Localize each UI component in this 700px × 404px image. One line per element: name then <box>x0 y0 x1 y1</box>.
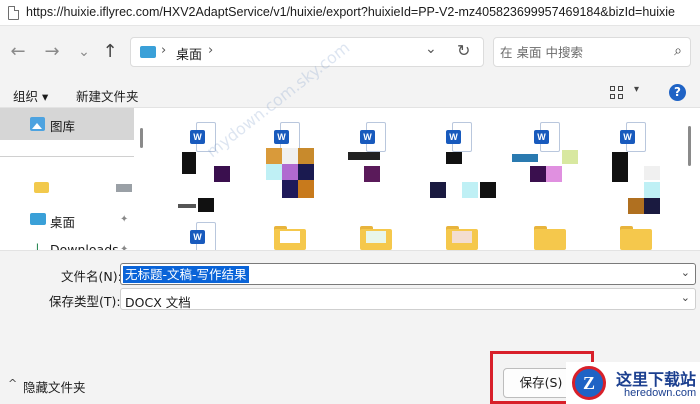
up-arrow-icon[interactable]: ↑ <box>98 40 122 64</box>
breadcrumb-location[interactable]: 桌面 <box>176 44 202 63</box>
sidebar-scrollbar[interactable] <box>140 128 143 148</box>
site-logo: Z 这里下载站 heredown.com <box>566 362 700 404</box>
new-folder-button[interactable]: 新建文件夹 <box>76 86 139 105</box>
redacted-filename <box>182 152 196 174</box>
folder-icon[interactable] <box>274 226 306 250</box>
redacted-filename <box>462 182 478 198</box>
sidebar-item-gallery[interactable]: 图库 <box>0 108 134 140</box>
redacted-filename <box>644 166 660 180</box>
site-logo-mark: Z <box>572 366 606 400</box>
filetype-select[interactable]: DOCX 文档 ⌄ <box>120 288 696 310</box>
redacted-filename <box>644 198 660 214</box>
word-document-icon[interactable]: W <box>446 122 472 152</box>
address-history-chevron-icon[interactable]: ⌄ <box>425 41 437 57</box>
browser-url-text[interactable]: https://huixie.iflyrec.com/HXV2AdaptServ… <box>26 5 675 19</box>
navigation-pane[interactable]: 图库 桌面 ✦ ↓ Downloads ✦ <box>0 108 150 250</box>
folder-icon[interactable] <box>620 226 652 250</box>
redacted-filename <box>364 166 380 182</box>
breadcrumb-separator[interactable]: › <box>161 43 166 58</box>
folder-icon[interactable] <box>534 226 566 250</box>
site-logo-domain: heredown.com <box>624 387 697 399</box>
redacted-filename <box>282 164 298 180</box>
redacted-filename <box>282 180 298 198</box>
sidebar-item-label: 图库 <box>50 119 76 134</box>
filetype-chevron-icon[interactable]: ⌄ <box>681 291 690 304</box>
file-list-scrollbar[interactable] <box>688 126 691 166</box>
word-document-icon[interactable]: W <box>620 122 646 152</box>
filename-label: 文件名(N): <box>61 269 122 284</box>
desktop-icon <box>30 213 46 225</box>
forward-arrow-icon[interactable]: → <box>40 40 64 64</box>
word-document-icon[interactable]: W <box>190 222 216 250</box>
search-box[interactable]: ⌕ <box>493 37 691 67</box>
redacted-filename <box>480 182 496 198</box>
redacted-filename <box>628 198 644 214</box>
redacted-filename <box>430 182 446 198</box>
word-document-icon[interactable]: W <box>534 122 560 152</box>
sidebar-item-label: 桌面 <box>50 215 76 230</box>
view-options-icon[interactable] <box>610 86 624 100</box>
search-icon[interactable]: ⌕ <box>674 43 682 59</box>
redacted-filename <box>546 166 562 182</box>
download-icon: ↓ <box>32 242 43 250</box>
redacted-filename <box>298 148 314 164</box>
redacted-filename <box>512 154 538 162</box>
pin-icon: ✦ <box>120 214 129 225</box>
redacted-filename <box>266 148 282 164</box>
redacted-filename <box>612 152 628 182</box>
desktop-folder-icon <box>140 46 156 58</box>
organize-menu-button[interactable]: 组织 ▾ <box>13 86 48 105</box>
sidebar-divider <box>0 156 134 157</box>
redacted-filename <box>266 164 282 180</box>
filename-field[interactable]: 无标题-文稿-写作结果 ⌄ <box>120 263 696 285</box>
search-input[interactable] <box>500 43 660 61</box>
gallery-icon <box>30 117 45 131</box>
redacted-filename <box>562 150 578 164</box>
folder-icon[interactable] <box>34 182 49 193</box>
filetype-value[interactable]: DOCX 文档 <box>125 292 191 311</box>
recent-locations-chevron-icon[interactable]: ⌄ <box>72 40 96 64</box>
redacted-filename <box>298 164 314 180</box>
redacted-filename <box>348 152 380 160</box>
folder-icon[interactable] <box>360 226 392 250</box>
address-bar[interactable]: › 桌面 › ⌄ ↻ <box>130 37 484 67</box>
redacted-filename <box>298 180 314 198</box>
redacted-filename <box>530 166 546 182</box>
redacted-filename <box>198 198 214 212</box>
page-document-icon <box>8 6 19 20</box>
redacted-filename <box>214 166 230 182</box>
redacted-item <box>116 184 132 192</box>
breadcrumb-separator[interactable]: › <box>208 43 213 58</box>
redacted-filename <box>178 204 196 208</box>
browser-url-bar[interactable]: https://huixie.iflyrec.com/HXV2AdaptServ… <box>0 0 700 26</box>
redacted-filename <box>446 152 462 164</box>
back-arrow-icon[interactable]: ← <box>6 40 30 64</box>
hide-folders-chevron-icon[interactable]: ^ <box>8 377 17 390</box>
command-bar: 组织 ▾ 新建文件夹 ▾ ? <box>0 78 700 108</box>
refresh-icon[interactable]: ↻ <box>457 41 470 60</box>
word-document-icon[interactable]: W <box>360 122 386 152</box>
help-icon[interactable]: ? <box>669 84 686 101</box>
redacted-filename <box>282 148 298 164</box>
redacted-filename <box>644 182 660 198</box>
folder-icon[interactable] <box>446 226 478 250</box>
view-options-caret-icon[interactable]: ▾ <box>634 84 639 95</box>
hide-folders-toggle[interactable]: 隐藏文件夹 <box>23 377 86 396</box>
filetype-label: 保存类型(T): <box>49 294 121 309</box>
sidebar-item-label: Downloads <box>50 242 119 250</box>
filename-input-value[interactable]: 无标题-文稿-写作结果 <box>123 266 249 283</box>
filename-history-chevron-icon[interactable]: ⌄ <box>681 266 690 279</box>
